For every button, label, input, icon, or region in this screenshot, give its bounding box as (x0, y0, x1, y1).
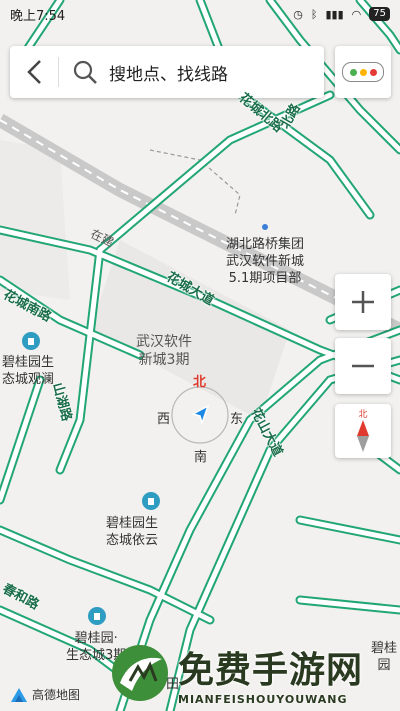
chevron-left-icon (27, 60, 41, 84)
wifi-icon: ◠ (351, 7, 362, 21)
search-icon (67, 46, 103, 98)
amap-logo-icon (11, 687, 27, 702)
search-bar[interactable]: 搜地点、找线路 (10, 46, 324, 98)
status-time: 晚上7:54 (10, 8, 66, 24)
amap-logo: 高德地图 (10, 686, 80, 703)
map-label-biguiyuan-guanlan[interactable]: 碧桂园生 态城观澜 (2, 354, 54, 388)
poi-building-icon (142, 492, 160, 510)
map-label-software-city[interactable]: 武汉软件 新城3期 (136, 333, 192, 369)
poi-building-icon (88, 607, 106, 625)
watermark: 免费手游网 MIANFEISHOUYOUWANG (108, 640, 398, 706)
compass-north-label: 北 (193, 375, 207, 390)
plus-icon (352, 291, 374, 313)
back-button[interactable] (10, 46, 58, 98)
amap-logo-text: 高德地图 (32, 688, 81, 702)
zoom-out-button[interactable] (335, 338, 391, 394)
status-icons: ◷ ᛒ ▮▮▮ ◠ 75 (293, 7, 390, 21)
poi-marker-icon (262, 224, 268, 230)
current-location-arrow-icon[interactable] (188, 403, 212, 427)
search-input[interactable]: 搜地点、找线路 (109, 60, 228, 85)
compass-needle-icon (357, 420, 369, 452)
bluetooth-icon: ᛒ (310, 7, 318, 21)
zoom-in-button[interactable] (335, 274, 391, 330)
compass-east-label: 东 (230, 412, 244, 427)
compass-west-label: 西 (157, 412, 171, 427)
search-divider (58, 57, 59, 87)
signal-icon: ▮▮▮ (325, 7, 344, 21)
map-label-hubei-group[interactable]: 湖北路桥集团 武汉软件新城 5.1期项目部 (226, 236, 304, 287)
compass-button[interactable]: 北 (335, 404, 391, 458)
watermark-title: 免费手游网 (178, 649, 364, 691)
poi-building-icon (22, 332, 40, 350)
compass-button-north-label: 北 (358, 410, 368, 420)
traffic-light-icon (342, 62, 384, 82)
status-bar: 晚上7:54 ◷ ᛒ ▮▮▮ ◠ 75 (0, 0, 400, 28)
map-label-biguiyuan-yiyun[interactable]: 碧桂园生 态城依云 (106, 515, 158, 549)
minus-icon (352, 364, 374, 368)
compass-south-label: 南 (194, 450, 208, 465)
battery-indicator: 75 (369, 7, 390, 21)
watermark-subtitle: MIANFEISHOUYOUWANG (178, 692, 348, 706)
watermark-logo-icon (112, 645, 168, 701)
alarm-icon: ◷ (293, 7, 303, 21)
traffic-toggle-button[interactable] (335, 46, 391, 98)
